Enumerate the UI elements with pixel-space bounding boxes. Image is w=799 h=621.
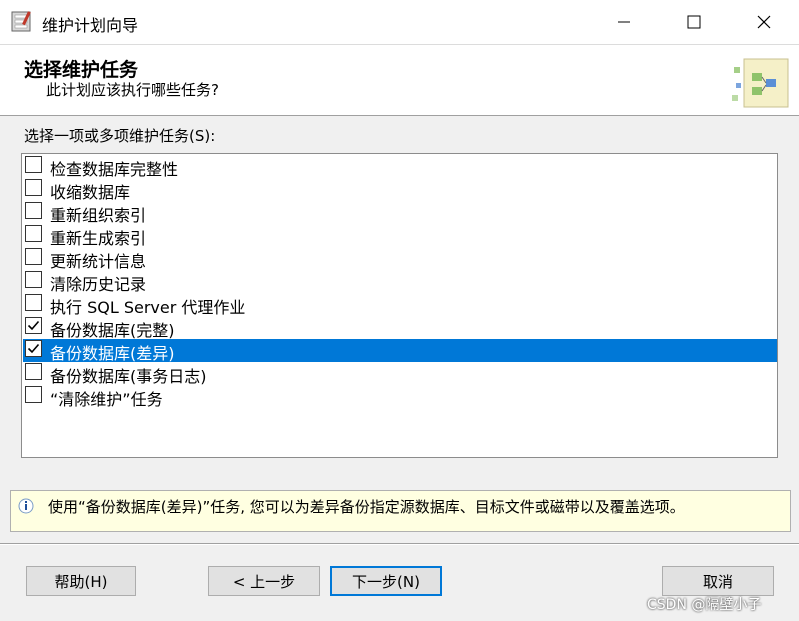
- help-button[interactable]: 帮助(H): [26, 566, 136, 596]
- info-icon: [17, 497, 35, 519]
- task-checkbox[interactable]: [25, 271, 42, 288]
- title-bar: 维护计划向导: [0, 0, 799, 44]
- task-item[interactable]: 备份数据库(事务日志): [23, 362, 777, 386]
- next-button[interactable]: 下一步(N): [330, 566, 442, 596]
- previous-button[interactable]: < 上一步: [208, 566, 320, 596]
- maximize-icon: [687, 15, 701, 29]
- task-item-label: 收缩数据库: [50, 183, 131, 202]
- task-checkbox[interactable]: [25, 294, 42, 311]
- checkmark-icon: [27, 320, 40, 331]
- wizard-header: 选择维护任务 此计划应该执行哪些任务?: [0, 44, 799, 116]
- task-item[interactable]: 备份数据库(差异): [23, 339, 777, 363]
- task-checkbox[interactable]: [25, 340, 42, 357]
- task-item-label: 重新组织索引: [50, 206, 147, 225]
- task-item-label: 备份数据库(事务日志): [50, 367, 207, 386]
- task-checklist[interactable]: 检查数据库完整性 收缩数据库重新组织索引 重新生成索引 更新统计信息 清除历史记录执行 …: [21, 153, 778, 458]
- task-checkbox[interactable]: [25, 386, 42, 403]
- minimize-icon: [618, 21, 630, 23]
- task-item[interactable]: 重新生成索引: [23, 224, 777, 248]
- task-item-label: 重新生成索引: [50, 229, 147, 248]
- task-checkbox[interactable]: [25, 179, 42, 196]
- task-item[interactable]: 清除历史记录: [23, 270, 777, 294]
- task-item-label: 备份数据库(完整): [50, 321, 175, 340]
- wizard-banner-icon: [730, 53, 792, 111]
- task-checkbox[interactable]: [25, 363, 42, 380]
- page-subtitle: 此计划应该执行哪些任务?: [46, 81, 219, 99]
- watermark: CSDN @隔壁小子: [647, 597, 762, 613]
- task-list-label: 选择一项或多项维护任务(S):: [24, 127, 216, 145]
- task-checkbox[interactable]: [25, 317, 42, 334]
- minimize-button[interactable]: [589, 0, 659, 44]
- task-item-label: 执行 SQL Server 代理作业: [50, 298, 246, 317]
- task-item-label: 备份数据库(差异): [50, 344, 175, 363]
- wizard-app-icon: [10, 9, 34, 33]
- task-item-label: “清除维护”任务: [50, 390, 163, 409]
- task-item[interactable]: 执行 SQL Server 代理作业: [23, 293, 777, 317]
- close-icon: [757, 15, 771, 29]
- footer-divider-highlight: [0, 544, 799, 545]
- task-item-label: 清除历史记录: [50, 275, 147, 294]
- maximize-button[interactable]: [659, 0, 729, 44]
- task-item[interactable]: 备份数据库(完整): [23, 316, 777, 340]
- task-item[interactable]: 检查数据库完整性: [23, 155, 777, 179]
- task-checkbox[interactable]: [25, 156, 42, 173]
- task-item-label: 更新统计信息: [50, 252, 147, 271]
- page-title: 选择维护任务: [24, 59, 139, 81]
- task-description-box: 使用“备份数据库(差异)”任务, 您可以为差异备份指定源数据库、目标文件或磁带以…: [10, 490, 791, 532]
- task-description-text: 使用“备份数据库(差异)”任务, 您可以为差异备份指定源数据库、目标文件或磁带以…: [48, 498, 685, 516]
- task-item[interactable]: 收缩数据库: [23, 178, 777, 202]
- task-checkbox[interactable]: [25, 202, 42, 219]
- task-checkbox[interactable]: [25, 225, 42, 242]
- task-item[interactable]: “清除维护”任务: [23, 385, 777, 409]
- task-item-label: 检查数据库完整性: [50, 160, 179, 179]
- window-title: 维护计划向导: [42, 16, 139, 35]
- task-item[interactable]: 更新统计信息: [23, 247, 777, 271]
- cancel-button[interactable]: 取消: [662, 566, 774, 596]
- task-checkbox[interactable]: [25, 248, 42, 265]
- checkmark-icon: [27, 343, 40, 354]
- close-button[interactable]: [729, 0, 799, 44]
- task-item[interactable]: 重新组织索引: [23, 201, 777, 225]
